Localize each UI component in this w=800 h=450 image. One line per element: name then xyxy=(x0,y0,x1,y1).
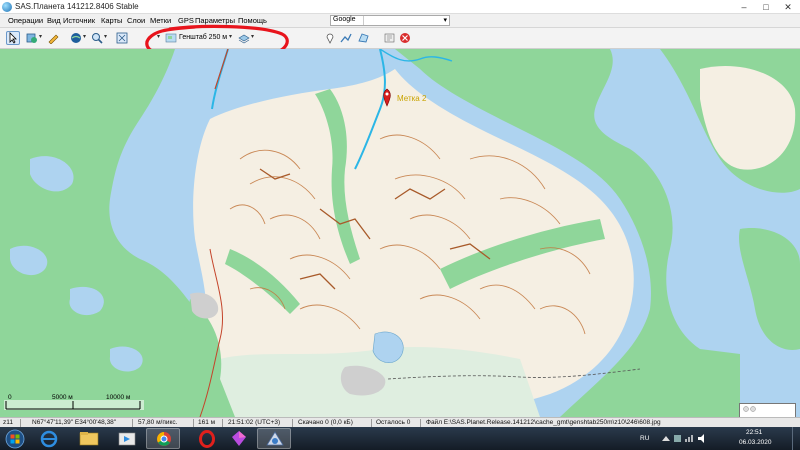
fullscreen-icon[interactable] xyxy=(116,32,128,44)
clock-date[interactable]: 06.03.2020 xyxy=(739,439,772,446)
taskbar-sas-planet[interactable] xyxy=(257,428,291,449)
show-hidden-icons-icon[interactable] xyxy=(662,436,670,441)
polygon-icon[interactable] xyxy=(357,32,369,44)
start-button[interactable] xyxy=(0,428,30,449)
scale-label-0: 0 xyxy=(8,394,12,401)
status-divider xyxy=(222,419,223,427)
stop-icon[interactable] xyxy=(399,32,411,44)
minimap-canvas[interactable] xyxy=(740,404,795,417)
internet-explorer-icon xyxy=(40,430,58,448)
status-downloaded: Скачано 0 (0,0 кБ) xyxy=(298,419,353,426)
topographic-map[interactable]: Метка 2 0 5000 м 10000 м xyxy=(0,49,800,417)
show-desktop-button[interactable] xyxy=(792,427,800,450)
folder-icon xyxy=(79,432,99,446)
taskbar-media[interactable] xyxy=(110,428,144,449)
close-button[interactable]: ✕ xyxy=(777,0,799,14)
scale-label-5000: 5000 м xyxy=(52,394,73,401)
status-zoom: z11 xyxy=(3,419,13,426)
opera-icon xyxy=(199,430,215,448)
status-divider xyxy=(371,419,372,427)
chrome-icon xyxy=(157,432,171,446)
menu-operations[interactable]: Операции xyxy=(8,16,43,25)
tray-icons xyxy=(662,434,704,443)
status-divider xyxy=(132,419,133,427)
minimap[interactable] xyxy=(739,403,796,417)
title-bar: SAS.Планета 141212.8406 Stable – □ ✕ xyxy=(0,0,800,14)
status-resolution: 57,80 м/пикс. xyxy=(138,419,178,426)
status-time: 21:51:02 (UTC+3) xyxy=(228,419,281,426)
search-provider-select[interactable]: Google ▾ xyxy=(330,15,450,26)
app-globe-icon xyxy=(2,2,12,12)
minimap-zoom-in-icon[interactable] xyxy=(743,406,749,412)
main-toolbar: ▾ ▾ ▾ ▾ Генштаб 250 м ▾ ▾ xyxy=(0,24,800,61)
status-coords: N67°47'11,39" E34°00'48,38" xyxy=(32,419,117,426)
taskbar-chrome[interactable] xyxy=(146,428,180,449)
status-divider xyxy=(420,419,421,427)
pointer-tool-button[interactable] xyxy=(6,31,20,45)
status-remaining: Осталось 0 xyxy=(376,419,411,426)
status-divider xyxy=(292,419,293,427)
sas-planet-icon xyxy=(266,431,284,446)
zoom-tool-icon[interactable] xyxy=(26,32,38,44)
network-icon[interactable] xyxy=(685,435,693,442)
placemark-icon[interactable] xyxy=(324,32,336,44)
status-divider xyxy=(20,419,21,427)
placemark-label: Метка 2 xyxy=(397,94,427,103)
globe-icon[interactable] xyxy=(70,32,82,44)
volume-icon[interactable] xyxy=(698,434,704,443)
magnifier-icon[interactable] xyxy=(91,32,103,44)
menu-view[interactable]: Вид xyxy=(47,16,61,25)
taskbar-opera[interactable] xyxy=(190,428,224,449)
windows-logo-icon xyxy=(5,429,25,449)
map-viewport[interactable]: Метка 2 0 5000 м 10000 м xyxy=(0,49,800,417)
magnifier-dropdown-icon[interactable]: ▾ xyxy=(104,33,107,40)
path-icon[interactable] xyxy=(340,32,352,44)
status-bar: z11 N67°47'11,39" E34°00'48,38" 57,80 м/… xyxy=(0,417,800,427)
zoom-tool-dropdown-icon[interactable]: ▾ xyxy=(39,33,42,40)
language-indicator[interactable]: RU xyxy=(640,435,649,442)
menu-maps[interactable]: Карты xyxy=(101,16,122,25)
clock-time[interactable]: 22:51 xyxy=(746,429,762,436)
minimize-button[interactable]: – xyxy=(733,0,755,14)
taskbar-ie[interactable] xyxy=(32,428,66,449)
globe-dropdown-icon[interactable]: ▾ xyxy=(83,33,86,40)
tray-app-icon[interactable] xyxy=(674,435,681,442)
search-divider xyxy=(363,16,364,25)
status-divider xyxy=(193,419,194,427)
marks-manager-icon[interactable] xyxy=(384,32,396,44)
media-player-icon xyxy=(118,432,136,446)
menu-source[interactable]: Источник xyxy=(63,16,95,25)
minimap-zoom-out-icon[interactable] xyxy=(750,406,756,412)
taskbar-explorer[interactable] xyxy=(72,428,106,449)
windows-taskbar: RU 22:51 06.03.2020 xyxy=(0,427,800,450)
status-elevation: 161 м xyxy=(198,419,216,426)
status-file-path: Файл E:\SAS.Planet.Release.141212\cache_… xyxy=(426,419,661,426)
taskbar-app-purple[interactable] xyxy=(222,428,256,449)
cursor-arrow-icon xyxy=(9,32,17,44)
maximize-button[interactable]: □ xyxy=(755,0,777,14)
scale-label-10000: 10000 м xyxy=(106,394,131,401)
menu-bar: Операции Вид Источник Карты Слои Метки G… xyxy=(0,14,800,28)
search-dropdown-icon[interactable]: ▾ xyxy=(443,16,447,24)
window-title: SAS.Планета 141212.8406 Stable xyxy=(15,2,139,11)
pencil-icon[interactable] xyxy=(47,32,59,44)
gem-app-icon xyxy=(232,431,246,446)
search-provider-label: Google xyxy=(333,16,356,23)
